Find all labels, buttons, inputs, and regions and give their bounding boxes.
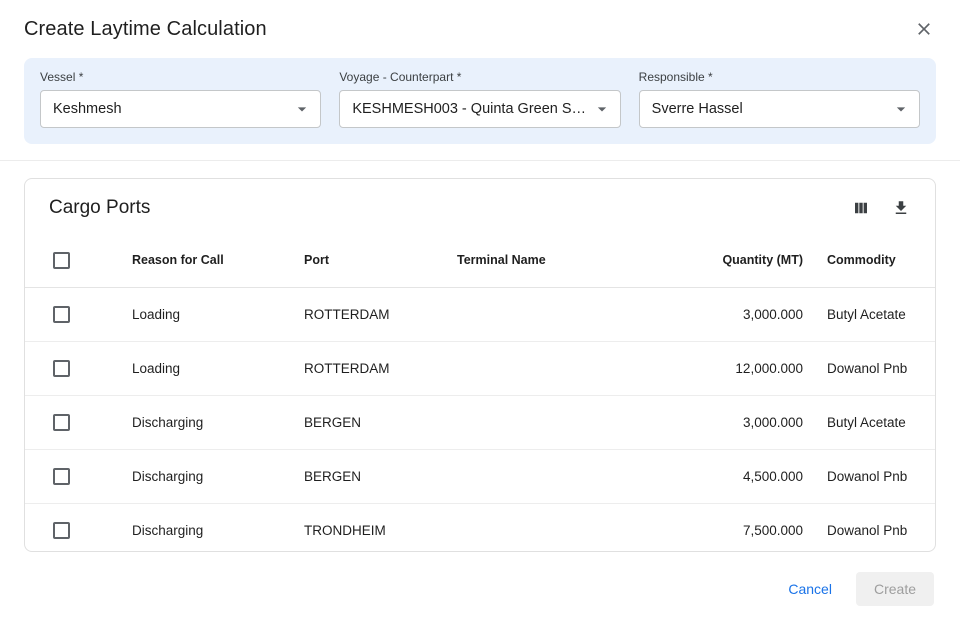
responsible-select-value: Sverre Hassel <box>652 101 743 117</box>
chevron-down-icon <box>592 99 612 119</box>
columns-icon <box>852 199 870 217</box>
cancel-button[interactable]: Cancel <box>778 573 842 605</box>
table-row: Loading ROTTERDAM 12,000.000 Dowanol Pnb <box>25 341 935 395</box>
vessel-field: Vessel * Keshmesh <box>40 70 321 128</box>
row-checkbox[interactable] <box>53 468 70 485</box>
column-header-reason: Reason for Call <box>120 234 292 288</box>
column-header-commodity: Commodity <box>815 234 935 288</box>
voyage-counterpart-label: Voyage - Counterpart * <box>339 70 620 84</box>
cargo-ports-actions <box>849 196 913 220</box>
vessel-select-value: Keshmesh <box>53 101 122 117</box>
chevron-down-icon <box>891 99 911 119</box>
table-row: Discharging BERGEN 4,500.000 Dowanol Pnb <box>25 449 935 503</box>
vessel-label: Vessel * <box>40 70 321 84</box>
column-header-quantity: Quantity (MT) <box>655 234 815 288</box>
cargo-ports-table: Reason for Call Port Terminal Name Quant… <box>25 234 935 552</box>
responsible-label: Responsible * <box>639 70 920 84</box>
cell-terminal <box>445 395 655 449</box>
voyage-counterpart-select[interactable]: KESHMESH003 - Quinta Green Shippi… <box>339 90 620 128</box>
responsible-field: Responsible * Sverre Hassel <box>639 70 920 128</box>
cell-quantity: 3,000.000 <box>655 395 815 449</box>
chevron-down-icon <box>292 99 312 119</box>
cell-port: BERGEN <box>292 395 445 449</box>
table-row: Loading ROTTERDAM 3,000.000 Butyl Acetat… <box>25 287 935 341</box>
cell-reason: Loading <box>120 341 292 395</box>
dialog-header: Create Laytime Calculation <box>0 0 960 56</box>
cell-quantity: 4,500.000 <box>655 449 815 503</box>
cell-reason: Discharging <box>120 503 292 552</box>
cell-terminal <box>445 503 655 552</box>
column-header-terminal: Terminal Name <box>445 234 655 288</box>
section-divider <box>0 160 960 161</box>
column-header-port: Port <box>292 234 445 288</box>
table-row: Discharging TRONDHEIM 7,500.000 Dowanol … <box>25 503 935 552</box>
close-icon[interactable] <box>910 15 938 43</box>
voyage-counterpart-field: Voyage - Counterpart * KESHMESH003 - Qui… <box>339 70 620 128</box>
cell-commodity: Dowanol Pnb <box>815 341 935 395</box>
close-icon-glyph <box>914 19 934 39</box>
columns-icon-button[interactable] <box>849 196 873 220</box>
cell-quantity: 7,500.000 <box>655 503 815 552</box>
cargo-ports-header: Cargo Ports <box>25 179 935 234</box>
row-checkbox[interactable] <box>53 360 70 377</box>
cell-terminal <box>445 449 655 503</box>
cell-quantity: 12,000.000 <box>655 341 815 395</box>
responsible-select[interactable]: Sverre Hassel <box>639 90 920 128</box>
cell-quantity: 3,000.000 <box>655 287 815 341</box>
cell-commodity: Dowanol Pnb <box>815 503 935 552</box>
cell-terminal <box>445 341 655 395</box>
cargo-ports-card: Cargo Ports <box>24 178 936 552</box>
cell-port: BERGEN <box>292 449 445 503</box>
cell-commodity: Dowanol Pnb <box>815 449 935 503</box>
create-laytime-dialog: Create Laytime Calculation Vessel * Kesh… <box>0 0 960 626</box>
cell-reason: Loading <box>120 287 292 341</box>
page-title: Create Laytime Calculation <box>24 18 267 41</box>
dialog-footer: Cancel Create <box>0 552 960 626</box>
voyage-counterpart-select-value: KESHMESH003 - Quinta Green Shippi… <box>352 101 591 117</box>
vessel-select[interactable]: Keshmesh <box>40 90 321 128</box>
cell-reason: Discharging <box>120 449 292 503</box>
download-icon-button[interactable] <box>889 196 913 220</box>
cargo-ports-title: Cargo Ports <box>49 197 150 219</box>
cell-commodity: Butyl Acetate <box>815 287 935 341</box>
cell-port: ROTTERDAM <box>292 341 445 395</box>
download-icon <box>892 199 910 217</box>
select-all-checkbox[interactable] <box>53 252 70 269</box>
table-header-row: Reason for Call Port Terminal Name Quant… <box>25 234 935 288</box>
row-checkbox[interactable] <box>53 306 70 323</box>
cell-port: ROTTERDAM <box>292 287 445 341</box>
row-checkbox[interactable] <box>53 414 70 431</box>
cell-port: TRONDHEIM <box>292 503 445 552</box>
cell-reason: Discharging <box>120 395 292 449</box>
create-button[interactable]: Create <box>856 572 934 606</box>
filters-panel: Vessel * Keshmesh Voyage - Counterpart *… <box>24 58 936 144</box>
cell-terminal <box>445 287 655 341</box>
table-row: Discharging BERGEN 3,000.000 Butyl Aceta… <box>25 395 935 449</box>
row-checkbox[interactable] <box>53 522 70 539</box>
cell-commodity: Butyl Acetate <box>815 395 935 449</box>
